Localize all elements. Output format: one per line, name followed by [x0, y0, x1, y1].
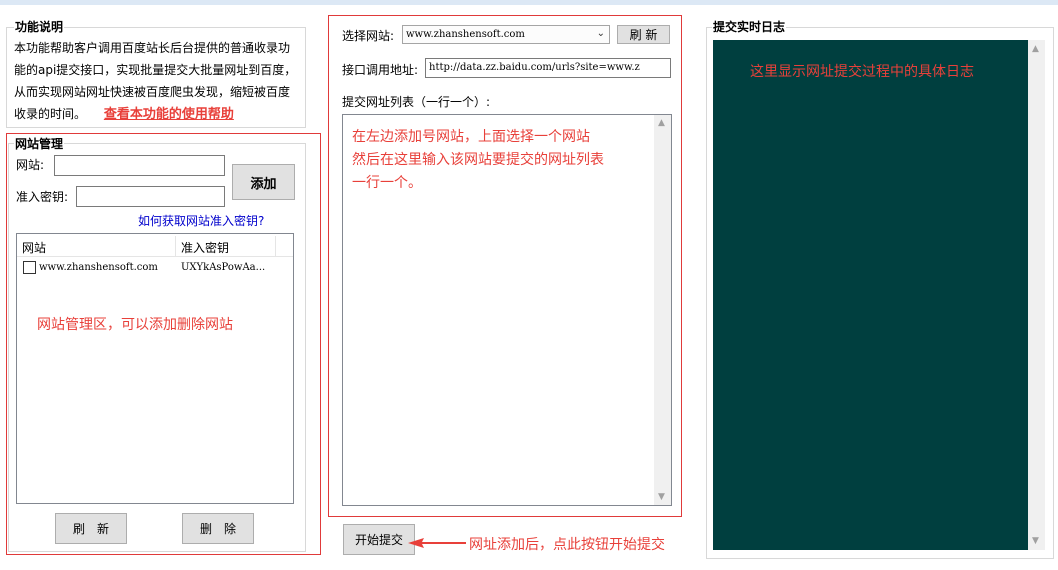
desc-line: 从而实现网站网址快速被百度爬虫发现，缩短被百度 — [14, 85, 291, 99]
desc-line: 能的api提交接口，实现批量提交大批量网址到百度， — [14, 63, 297, 77]
key-input[interactable] — [76, 186, 225, 207]
site-input[interactable] — [54, 155, 225, 176]
col-header-site[interactable]: 网站 — [22, 239, 46, 256]
chevron-down-icon: ⌄ — [596, 28, 605, 39]
function-desc-text: 本功能帮助客户调用百度站长后台提供的普通收录功 能的api提交接口，实现批量提交… — [14, 37, 304, 126]
selected-site: www.zhanshensoft.com — [406, 29, 525, 40]
site-refresh-button[interactable]: 刷 新 — [55, 513, 127, 544]
select-site-label: 选择网站: — [342, 29, 395, 43]
url-list-textarea[interactable]: 在左边添加号网站，上面选择一个网站 然后在这里输入该网站要提交的网址列表 一行一… — [342, 114, 672, 506]
desc-line: 本功能帮助客户调用百度站长后台提供的普通收录功 — [14, 41, 291, 55]
log-scrollbar[interactable]: ▲ ▼ — [1028, 40, 1045, 550]
help-link[interactable]: 查看本功能的使用帮助 — [104, 107, 234, 122]
site-mgmt-title: 网站管理 — [14, 135, 65, 152]
select-refresh-button[interactable]: 刷 新 — [617, 25, 670, 44]
site-delete-button[interactable]: 删 除 — [182, 513, 254, 544]
add-site-button[interactable]: 添加 — [232, 164, 295, 200]
log-textarea[interactable]: 这里显示网址提交过程中的具体日志 — [713, 40, 1028, 550]
textarea-scrollbar[interactable]: ▲ ▼ — [654, 115, 671, 505]
site-label: 网站: — [16, 158, 45, 172]
start-submit-button[interactable]: 开始提交 — [343, 524, 415, 555]
site-list[interactable]: 网站 准入密钥 www.zhanshensoft.com UXYkAsPowAa… — [16, 233, 294, 504]
url-list-label: 提交网址列表（一行一个）: — [342, 95, 491, 109]
scroll-up-icon[interactable]: ▲ — [658, 118, 665, 128]
scroll-up-icon[interactable]: ▲ — [1032, 44, 1039, 54]
start-annotation: 网址添加后，点此按钮开始提交 — [469, 537, 665, 553]
api-url-input[interactable]: http://data.zz.baidu.com/urls?site=www.z — [425, 58, 671, 78]
api-url-label: 接口调用地址: — [342, 63, 419, 77]
site-select[interactable]: www.zhanshensoft.com ⌄ — [402, 25, 610, 44]
url-list-annotation: 在左边添加号网站，上面选择一个网站 然后在这里输入该网站要提交的网址列表 一行一… — [352, 129, 604, 191]
table-row[interactable]: www.zhanshensoft.com UXYkAsPowAa... — [17, 259, 293, 277]
log-title: 提交实时日志 — [712, 18, 787, 35]
scroll-down-icon[interactable]: ▼ — [658, 492, 665, 502]
log-annotation: 这里显示网址提交过程中的具体日志 — [750, 64, 974, 80]
get-key-link[interactable]: 如何获取网站准入密钥? — [138, 212, 264, 229]
site-mgmt-annotation: 网站管理区，可以添加删除网站 — [37, 317, 233, 333]
arrow-left-icon — [408, 538, 466, 548]
function-desc-title: 功能说明 — [14, 18, 65, 35]
scroll-down-icon[interactable]: ▼ — [1032, 536, 1039, 546]
row-checkbox[interactable] — [23, 261, 36, 274]
desc-line: 收录的时间。 查看本功能的使用帮助 — [14, 107, 234, 122]
col-divider — [175, 236, 176, 256]
col-divider — [275, 236, 276, 256]
row-key: UXYkAsPowAa... — [181, 262, 266, 273]
col-header-key[interactable]: 准入密钥 — [181, 239, 229, 256]
key-label: 准入密钥: — [16, 190, 69, 204]
row-site: www.zhanshensoft.com — [39, 262, 158, 273]
site-list-header: 网站 准入密钥 — [17, 234, 293, 257]
window-top-strip — [0, 0, 1058, 5]
